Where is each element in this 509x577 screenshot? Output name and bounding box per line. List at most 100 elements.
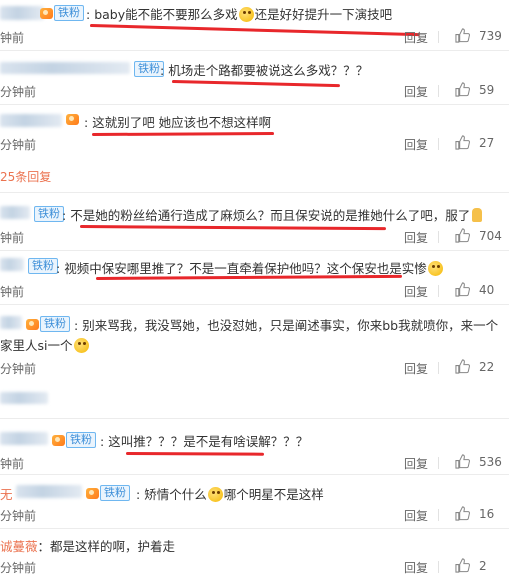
timestamp: 分钟前	[0, 138, 37, 152]
separator	[438, 362, 439, 374]
blurred-username	[0, 6, 44, 20]
reply-button[interactable]: 回复	[404, 83, 428, 100]
reply-button[interactable]: 回复	[404, 559, 428, 576]
comment-text-part: baby能不能不要那么多戏	[94, 7, 238, 22]
like-count: 704	[479, 228, 502, 243]
thumbs-up-icon	[455, 82, 470, 97]
timestamp: 钟前	[0, 231, 25, 245]
like-button[interactable]: 536	[455, 454, 502, 469]
like-button[interactable]: 704	[455, 228, 502, 243]
comment-row: 铁粉 : 机场走个路都要被说这么多戏？？？ 分钟前 回复 59	[0, 52, 509, 102]
divider	[0, 250, 509, 251]
reply-button[interactable]: 回复	[404, 455, 428, 472]
comment-text: : baby能不能不要那么多戏 还是好好提升一下演技吧	[86, 7, 393, 22]
reply-button[interactable]: 回复	[404, 360, 428, 377]
badge-group: 铁粉	[86, 485, 130, 501]
comment-text: : 这叫推？？？是不是有啥误解？？？	[100, 434, 309, 449]
comment-text-part: 哪个明星不是这样	[223, 487, 324, 502]
badge-group: 铁粉	[52, 432, 96, 448]
badge-group	[66, 114, 80, 125]
thumbs-up-icon	[455, 28, 470, 43]
reply-button[interactable]: 回复	[404, 283, 428, 300]
comment-row: 铁粉 : baby能不能不要那么多戏 还是好好提升一下演技吧 钟前 回复 739	[0, 0, 509, 48]
comment-text-part: 视频中保安哪里推了？不是一直牵着保护他吗？这个保安也是实惨	[64, 261, 427, 276]
comment-text-part: 机场走个路都要被说这么多戏？？？	[168, 63, 369, 78]
comment-text-part: 家里人si一个	[0, 338, 73, 353]
more-replies-link[interactable]: 25条回复	[0, 168, 51, 185]
comment-text: 诚蔓薇：都是这样的啊，护着走	[0, 539, 176, 554]
timestamp: 钟前	[0, 457, 25, 471]
badge-group: 铁粉	[28, 258, 58, 274]
separator	[438, 509, 439, 521]
thumbs-up-icon	[455, 506, 470, 521]
comment-text-part: 这叫推？？？是不是有啥误解？？？	[108, 434, 309, 449]
like-count: 2	[479, 558, 487, 573]
separator	[438, 231, 439, 243]
username[interactable]: 诚蔓薇	[0, 539, 38, 554]
fan-badge[interactable]: 铁粉	[34, 206, 64, 222]
blurred-username	[16, 485, 82, 498]
comment-text: : 机场走个路都要被说这么多戏？？？	[160, 63, 369, 78]
like-button[interactable]: 40	[455, 282, 494, 297]
crying-emoji-icon	[427, 261, 443, 276]
timestamp: 分钟前	[0, 85, 37, 99]
smirk-emoji-icon	[238, 7, 254, 22]
like-count: 40	[479, 282, 495, 297]
blurred-username	[0, 114, 62, 127]
like-count: 536	[479, 454, 502, 469]
separator	[438, 31, 439, 43]
comment-text-part: 别来骂我，我没骂她，也没怼她，只是阐述事实，你来bb我就喷你，来一个	[82, 318, 499, 333]
divider	[0, 528, 509, 529]
badge-group: 铁粉	[26, 316, 70, 332]
comment-text-part: 还是好好提升一下演技吧	[254, 7, 393, 22]
thumbs-up-icon	[455, 228, 470, 243]
fan-badge[interactable]: 铁粉	[28, 258, 58, 274]
fan-badge[interactable]: 铁粉	[66, 432, 96, 448]
divider	[0, 50, 509, 51]
separator	[438, 85, 439, 97]
separator	[438, 138, 439, 150]
comment-text-continued: 家里人si一个	[0, 335, 90, 354]
fan-badge[interactable]: 铁粉	[54, 5, 84, 21]
thumbs-up-icon	[455, 454, 470, 469]
vip-icon	[52, 434, 65, 446]
comment-row: 铁粉 : 别来骂我，我没骂她，也没怼她，只是阐述事实，你来bb我就喷你，来一个 …	[0, 306, 509, 380]
vip-icon	[86, 487, 99, 499]
like-button[interactable]: 16	[455, 506, 494, 521]
reply-button[interactable]: 回复	[404, 507, 428, 524]
divider	[0, 192, 509, 193]
red-underline	[79, 225, 387, 231]
like-button[interactable]: 59	[455, 82, 494, 97]
sweat-emoji-icon	[207, 487, 223, 502]
like-button[interactable]: 739	[455, 28, 502, 43]
separator	[438, 285, 439, 297]
thumbs-up-icon	[455, 558, 470, 573]
blurred-username	[0, 316, 22, 329]
like-count: 16	[479, 506, 495, 521]
like-button[interactable]: 22	[455, 359, 494, 374]
separator	[438, 457, 439, 469]
badge-group: 铁粉	[34, 206, 64, 222]
timestamp: 分钟前	[0, 561, 37, 575]
reply-button[interactable]: 回复	[404, 136, 428, 153]
grin-emoji-icon	[73, 338, 89, 353]
like-count: 22	[479, 359, 495, 374]
fan-badge[interactable]: 铁粉	[100, 485, 130, 501]
divider	[0, 474, 509, 475]
reply-button[interactable]: 回复	[404, 29, 428, 46]
divider	[0, 104, 509, 105]
username[interactable]: 无	[0, 484, 13, 503]
comment-text-part: 矫情个什么	[144, 487, 207, 502]
vip-icon	[66, 114, 79, 125]
comment-text: : 这就别了吧 她应该也不想这样啊	[84, 115, 272, 130]
like-button[interactable]: 2	[455, 558, 487, 573]
fan-badge[interactable]: 铁粉	[40, 316, 70, 332]
reply-button[interactable]: 回复	[404, 229, 428, 246]
thumbs-up-emoji-icon	[472, 208, 483, 222]
vip-icon	[26, 318, 39, 330]
comment-text-part: 这就别了吧 她应该也不想这样啊	[92, 115, 272, 130]
comment-row: 铁粉 : 不是她的粉丝给通行造成了麻烦么？而且保安说的是推她什么了吧，服了 钟前…	[0, 196, 509, 248]
comment-row: 铁粉 : 这叫推？？？是不是有啥误解？？？ 钟前 回复 536	[0, 422, 509, 472]
like-button[interactable]: 27	[455, 135, 494, 150]
blurred-reply-link	[0, 392, 48, 404]
